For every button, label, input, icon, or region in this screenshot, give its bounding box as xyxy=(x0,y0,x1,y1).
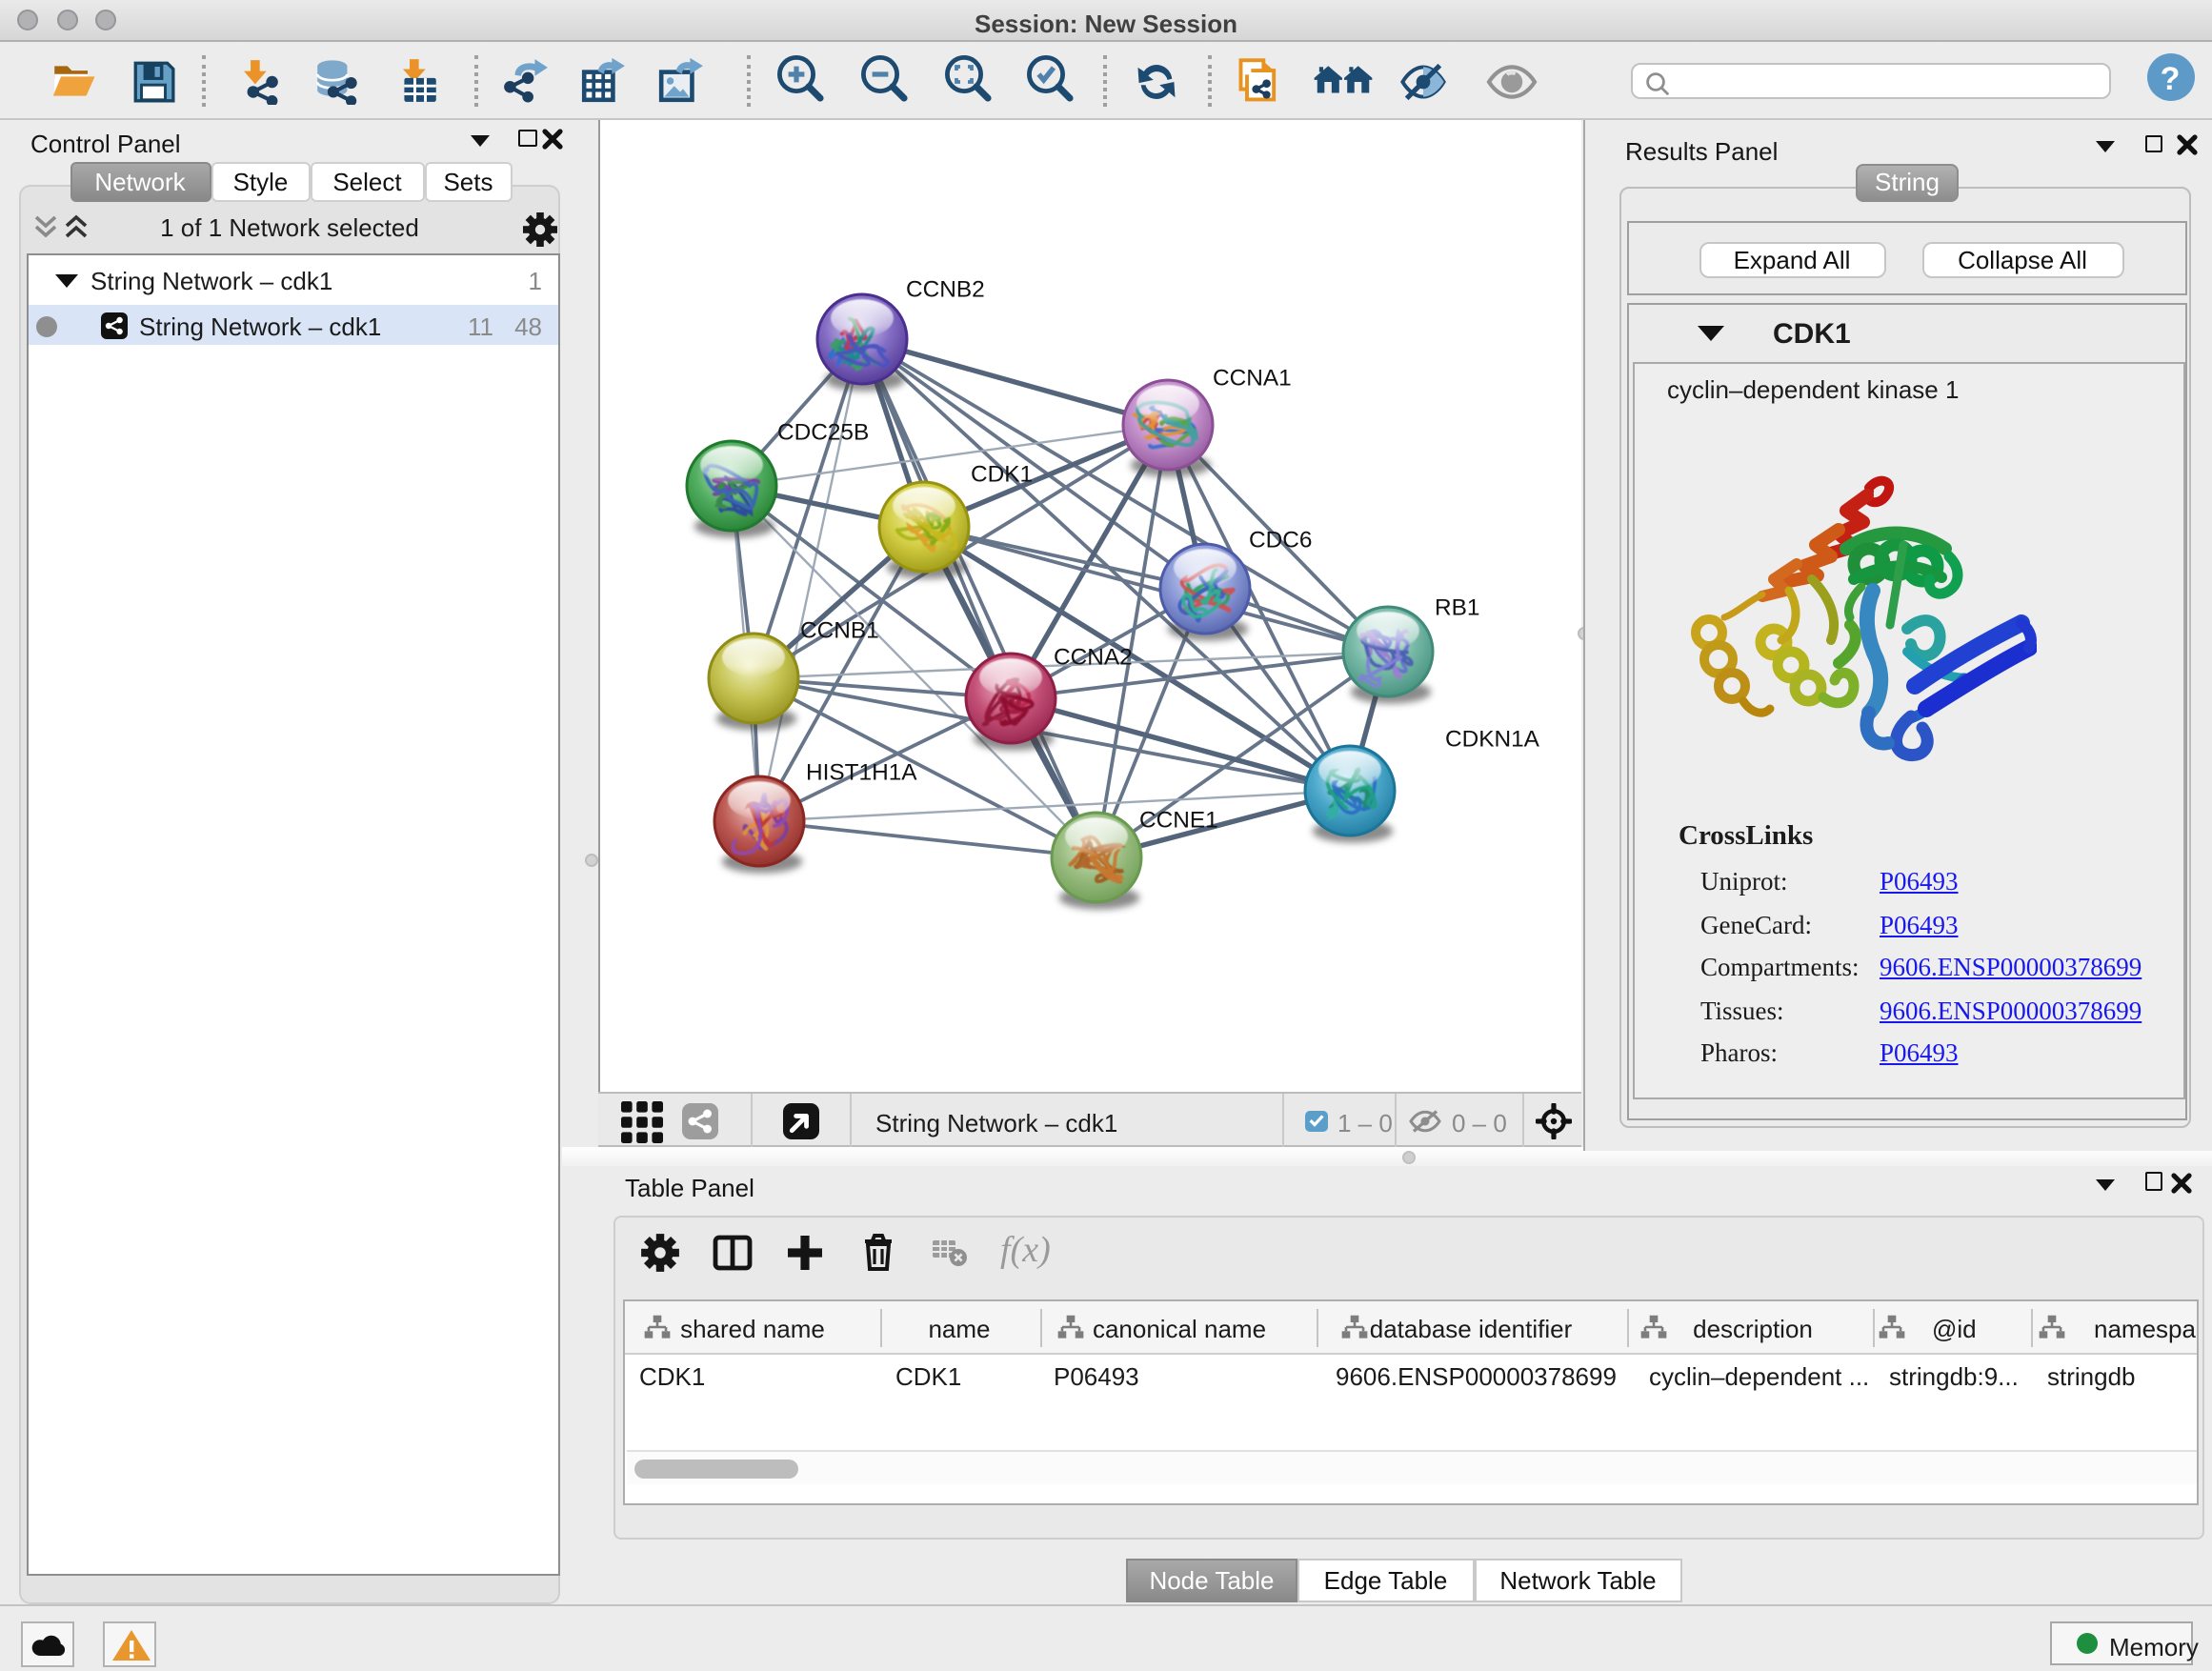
svg-text:RB1: RB1 xyxy=(1435,595,1479,621)
svg-text:CCNB1: CCNB1 xyxy=(800,618,879,644)
svg-text:CCNA1: CCNA1 xyxy=(1213,366,1292,392)
svg-text:CCNB2: CCNB2 xyxy=(906,277,985,303)
svg-text:CDKN1A: CDKN1A xyxy=(1445,727,1540,753)
svg-text:CDC6: CDC6 xyxy=(1249,528,1312,554)
svg-text:CDC25B: CDC25B xyxy=(777,420,869,446)
svg-text:CCNA2: CCNA2 xyxy=(1054,645,1133,671)
svg-text:CDK1: CDK1 xyxy=(971,462,1033,488)
svg-text:HIST1H1A: HIST1H1A xyxy=(806,760,917,786)
svg-text:CCNE1: CCNE1 xyxy=(1139,808,1218,834)
